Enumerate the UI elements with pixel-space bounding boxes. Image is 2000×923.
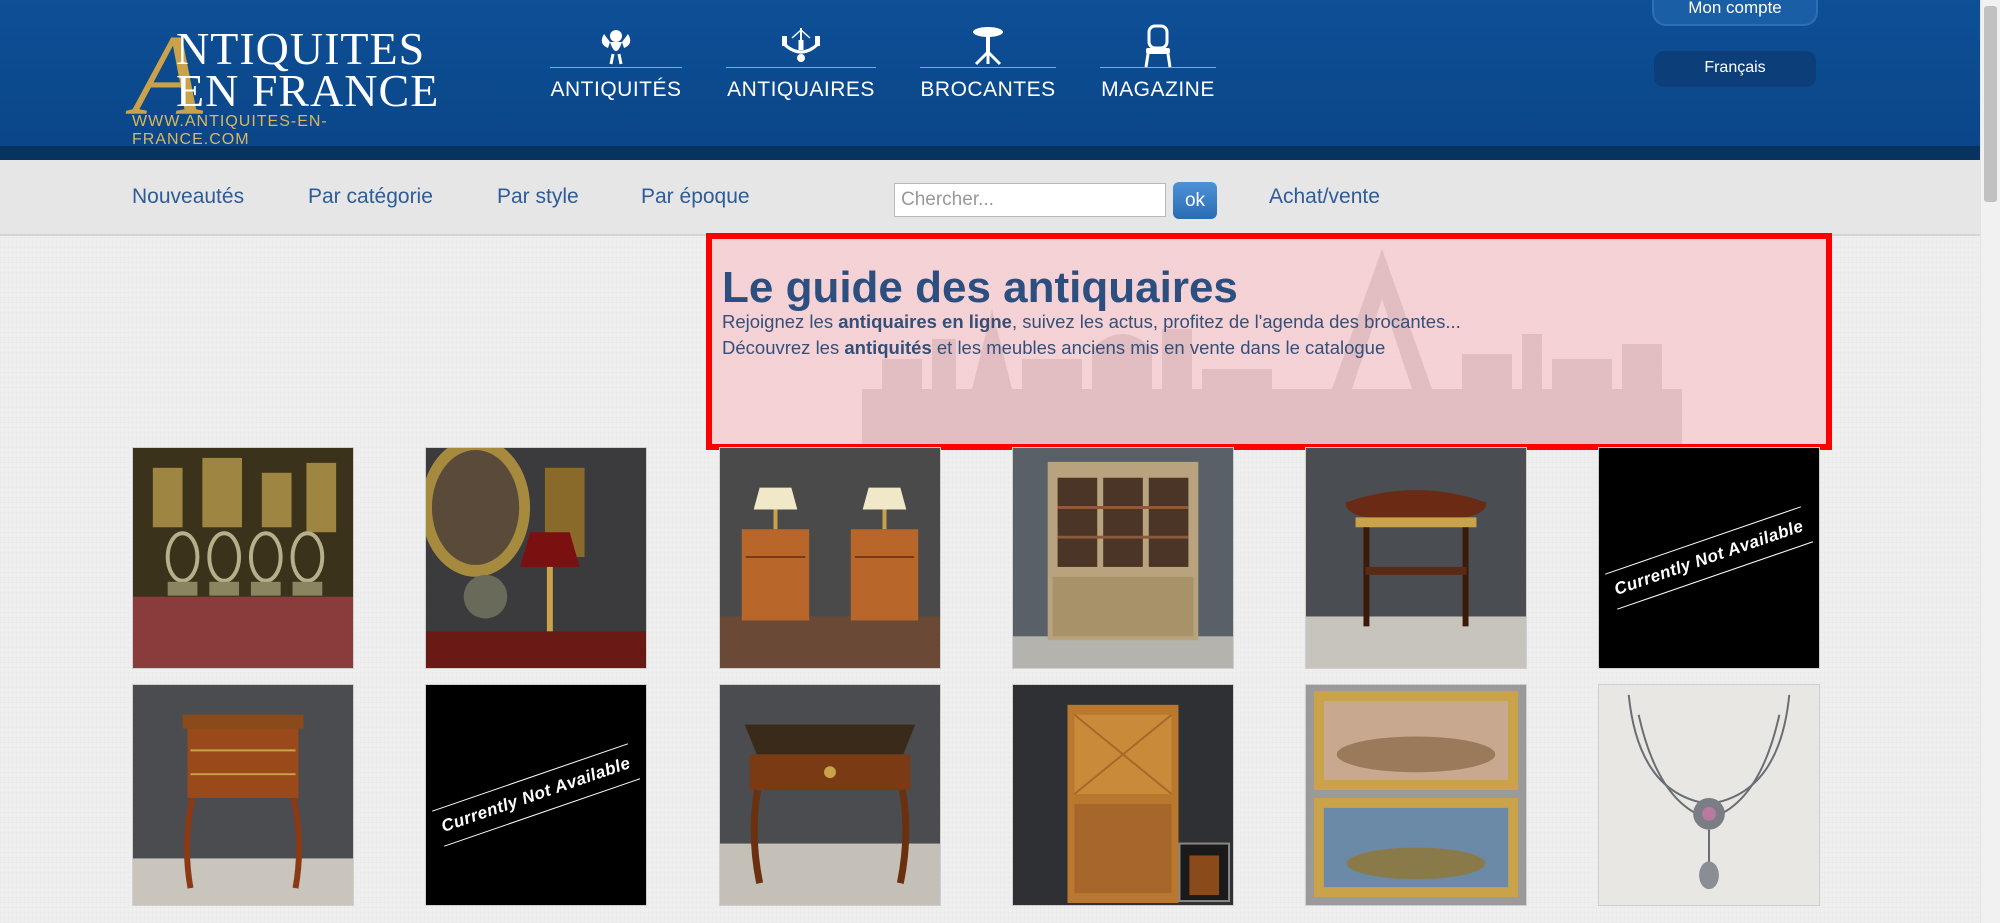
guide-line-1: Rejoignez les antiquaires en ligne, suiv… <box>722 311 1461 333</box>
pedestal-table-icon <box>920 24 1056 68</box>
logo-url: WWW.ANTIQUITES-EN-FRANCE.COM <box>132 113 328 148</box>
product-kidney-table[interactable] <box>1305 447 1527 669</box>
scrollbar-thumb[interactable] <box>1984 6 1997 202</box>
product-chairs-tapestry[interactable] <box>132 447 354 669</box>
language-button[interactable]: Français <box>1654 51 1816 87</box>
cherub-icon <box>550 24 682 68</box>
chandelier-icon <box>726 24 876 68</box>
nav-brocantes-label: BROCANTES <box>920 78 1056 101</box>
sub-nav: Nouveautés Par catégorie Par style Par é… <box>0 160 1980 236</box>
guide-line-1-pre: Rejoignez les <box>722 311 839 332</box>
subnav-achat-vente[interactable]: Achat/vente <box>1269 185 1380 209</box>
product-unavailable-1[interactable]: Currently Not Available <box>1598 447 1820 669</box>
guide-banner: Le guide des antiquaires Rejoignez les a… <box>706 233 1832 450</box>
product-marquetry-table[interactable] <box>132 684 354 906</box>
search-input[interactable] <box>894 183 1166 217</box>
not-available-label: Currently Not Available <box>432 743 640 847</box>
product-image <box>133 685 353 905</box>
nav-antiquites-label: ANTIQUITÉS <box>550 78 682 101</box>
subnav-nouveautes[interactable]: Nouveautés <box>132 185 244 209</box>
guide-line-2-link[interactable]: antiquités <box>844 337 931 358</box>
product-image <box>1599 685 1819 905</box>
product-necklace[interactable] <box>1598 684 1820 906</box>
product-unavailable-2[interactable]: Currently Not Available <box>425 684 647 906</box>
subnav-par-categorie[interactable]: Par catégorie <box>308 185 433 209</box>
site-logo[interactable]: A NTIQUITES EN FRANCE WWW.ANTIQUITES-EN-… <box>132 18 442 148</box>
guide-line-2-pre: Découvrez les <box>722 337 845 358</box>
product-image <box>1013 685 1233 905</box>
search-submit-button[interactable]: ok <box>1173 182 1217 219</box>
chair-icon <box>1100 24 1216 68</box>
page-scrollbar[interactable] <box>1980 0 2000 923</box>
logo-line-2: EN FRANCE <box>176 65 440 116</box>
guide-line-1-link[interactable]: antiquaires en ligne <box>838 311 1012 332</box>
nav-magazine-label: MAGAZINE <box>1101 78 1215 101</box>
guide-line-2-post: et les meubles anciens mis en vente dans… <box>931 337 1386 358</box>
product-image <box>1306 448 1526 668</box>
product-bouillotte-lamp[interactable] <box>425 447 647 669</box>
guide-title: Le guide des antiquaires <box>722 263 1238 312</box>
product-image <box>720 685 940 905</box>
product-image <box>1013 448 1233 668</box>
nav-antiquaires-label: ANTIQUAIRES <box>727 78 875 101</box>
account-button[interactable]: Mon compte <box>1652 0 1818 26</box>
product-image <box>133 448 353 668</box>
subnav-par-style[interactable]: Par style <box>497 185 579 209</box>
header-bottom-strip <box>0 146 1980 160</box>
nav-brocantes[interactable]: BROCANTES <box>920 24 1056 114</box>
product-bookcase[interactable] <box>1012 447 1234 669</box>
product-framed-paintings[interactable] <box>1305 684 1527 906</box>
product-image <box>1306 685 1526 905</box>
nav-magazine[interactable]: MAGAZINE <box>1100 24 1216 114</box>
product-image <box>426 448 646 668</box>
guide-line-2: Découvrez les antiquités et les meubles … <box>722 337 1385 359</box>
guide-line-1-post: , suivez les actus, profitez de l'agenda… <box>1011 311 1461 332</box>
subnav-par-epoque[interactable]: Par époque <box>641 185 750 209</box>
product-louis-xv-desk[interactable] <box>719 684 941 906</box>
site-header: A NTIQUITES EN FRANCE WWW.ANTIQUITES-EN-… <box>0 0 1980 160</box>
nav-antiquites[interactable]: ANTIQUITÉS <box>550 24 682 114</box>
product-image <box>720 448 940 668</box>
product-bedside-tables[interactable] <box>719 447 941 669</box>
nav-antiquaires[interactable]: ANTIQUAIRES <box>726 24 876 114</box>
not-available-label: Currently Not Available <box>1605 506 1813 610</box>
product-secretary[interactable] <box>1012 684 1234 906</box>
